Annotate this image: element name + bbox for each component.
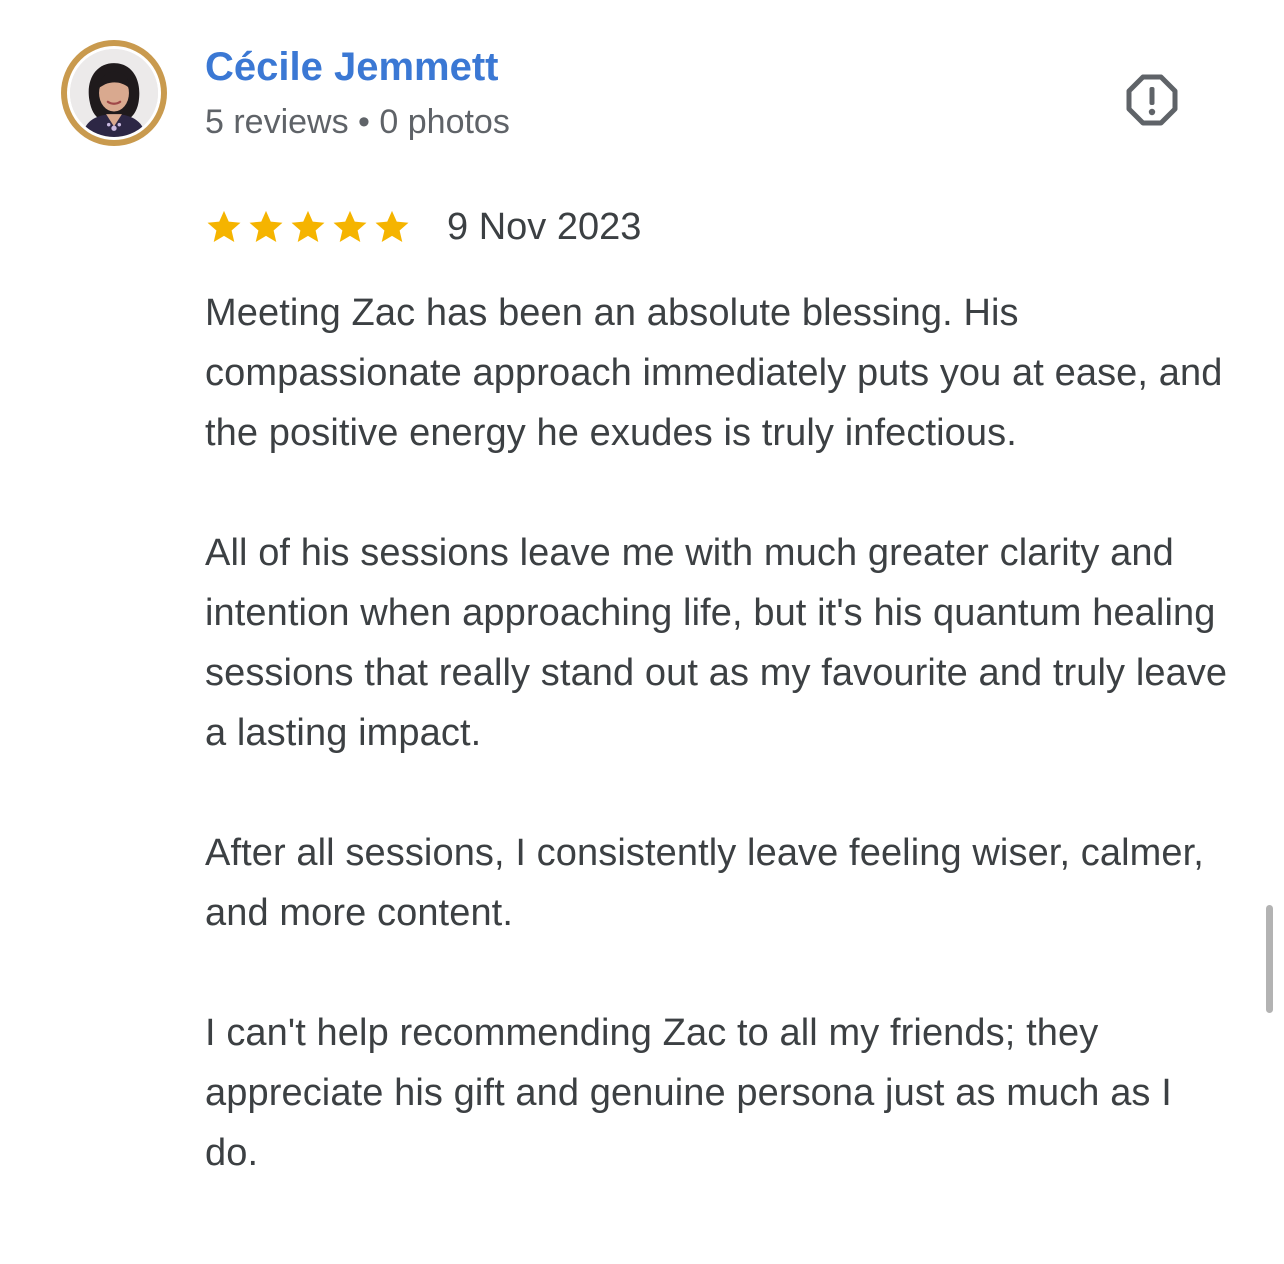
star-rating (205, 208, 411, 246)
report-flag-icon[interactable] (1124, 72, 1180, 128)
review-paragraph: I can't help recommending Zac to all my … (205, 1012, 1172, 1174)
author-meta: 5 reviews • 0 photos (205, 103, 510, 141)
review-paragraph: Meeting Zac has been an absolute blessin… (205, 292, 1223, 454)
star-icon (291, 210, 325, 243)
star-icon (333, 210, 367, 243)
profile-photo-icon (70, 49, 158, 137)
star-icon (375, 210, 409, 243)
avatar[interactable] (61, 40, 167, 146)
review-paragraph: After all sessions, I consistently leave… (205, 832, 1204, 934)
review-text: Meeting Zac has been an absolute blessin… (205, 283, 1235, 1183)
rating-row: 9 Nov 2023 (205, 203, 641, 251)
star-icon (207, 210, 241, 243)
star-icon (249, 210, 283, 243)
author-name[interactable]: Cécile Jemmett (205, 44, 498, 90)
avatar-ring (67, 46, 161, 140)
review-paragraph: All of his sessions leave me with much g… (205, 532, 1228, 754)
scrollbar-thumb[interactable] (1266, 905, 1273, 1013)
avatar-photo (70, 49, 158, 137)
review-card: Cécile Jemmett 5 reviews • 0 photos 9 No… (0, 0, 1284, 1264)
review-date: 9 Nov 2023 (447, 206, 642, 248)
